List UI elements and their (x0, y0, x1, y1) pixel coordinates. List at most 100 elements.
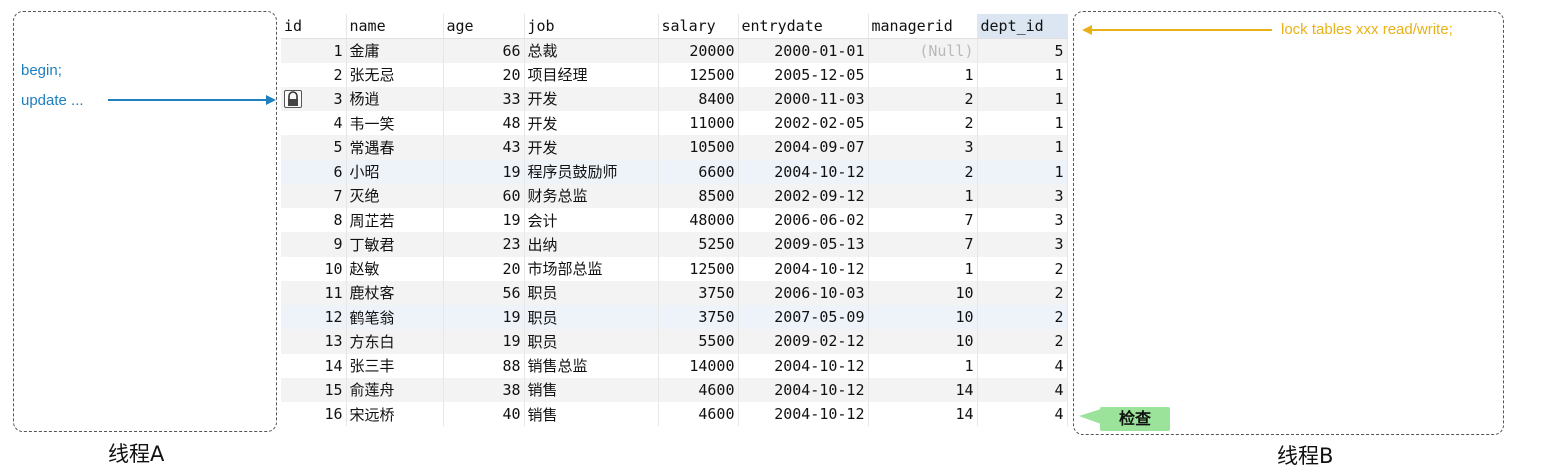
cell-salary[interactable]: 11000 (658, 111, 739, 136)
cell-dept_id[interactable]: 2 (977, 280, 1068, 305)
cell-name[interactable]: 丁敏君 (346, 232, 444, 257)
cell-id[interactable]: 7 (281, 183, 347, 208)
cell-age[interactable]: 40 (443, 402, 525, 427)
cell-managerid[interactable]: 7 (868, 232, 978, 257)
cell-id[interactable]: 16 (281, 402, 347, 427)
cell-entrydate[interactable]: 2009-05-13 (738, 232, 869, 257)
cell-entrydate[interactable]: 2002-09-12 (738, 183, 869, 208)
column-header-age[interactable]: age (443, 14, 525, 39)
cell-name[interactable]: 周芷若 (346, 208, 444, 233)
cell-dept_id[interactable]: 3 (977, 232, 1068, 257)
cell-job[interactable]: 会计 (524, 208, 659, 233)
cell-entrydate[interactable]: 2009-02-12 (738, 329, 869, 354)
cell-name[interactable]: 鹿杖客 (346, 280, 444, 305)
cell-name[interactable]: 灭绝 (346, 183, 444, 208)
cell-entrydate[interactable]: 2004-10-12 (738, 402, 869, 427)
cell-id[interactable]: 1 (281, 38, 347, 63)
cell-managerid[interactable]: 1 (868, 256, 978, 281)
cell-dept_id[interactable]: 3 (977, 183, 1068, 208)
column-header-managerid[interactable]: managerid (868, 14, 978, 39)
cell-job[interactable]: 职员 (524, 329, 659, 354)
cell-age[interactable]: 19 (443, 329, 525, 354)
cell-dept_id[interactable]: 2 (977, 305, 1068, 330)
cell-salary[interactable]: 5500 (658, 329, 739, 354)
cell-salary[interactable]: 14000 (658, 353, 739, 378)
cell-managerid[interactable]: 2 (868, 86, 978, 111)
cell-entrydate[interactable]: 2005-12-05 (738, 62, 869, 87)
cell-salary[interactable]: 3750 (658, 305, 739, 330)
cell-managerid[interactable]: 7 (868, 208, 978, 233)
table-row[interactable]: 4 韦一笑 48 开发 11000 2002-02-05 2 1 (281, 111, 1068, 136)
cell-age[interactable]: 20 (443, 256, 525, 281)
cell-age[interactable]: 60 (443, 183, 525, 208)
cell-name[interactable]: 金庸 (346, 38, 444, 63)
table-row[interactable]: 9 丁敏君 23 出纳 5250 2009-05-13 7 3 (281, 232, 1068, 257)
cell-age[interactable]: 66 (443, 38, 525, 63)
table-row[interactable]: 10 赵敏 20 市场部总监 12500 2004-10-12 1 2 (281, 256, 1068, 281)
cell-job[interactable]: 开发 (524, 135, 659, 160)
cell-salary[interactable]: 10500 (658, 135, 739, 160)
cell-job[interactable]: 财务总监 (524, 183, 659, 208)
column-header-dept_id[interactable]: dept_id (977, 14, 1068, 39)
cell-managerid[interactable]: 1 (868, 62, 978, 87)
table-row[interactable]: 16 宋远桥 40 销售 4600 2004-10-12 14 4 (281, 402, 1068, 427)
cell-age[interactable]: 33 (443, 86, 525, 111)
cell-dept_id[interactable]: 4 (977, 402, 1068, 427)
cell-age[interactable]: 43 (443, 135, 525, 160)
cell-dept_id[interactable]: 1 (977, 111, 1068, 136)
cell-managerid[interactable]: 2 (868, 111, 978, 136)
cell-entrydate[interactable]: 2007-05-09 (738, 305, 869, 330)
cell-dept_id[interactable]: 1 (977, 135, 1068, 160)
cell-entrydate[interactable]: 2004-10-12 (738, 377, 869, 402)
cell-age[interactable]: 23 (443, 232, 525, 257)
cell-id[interactable]: 9 (281, 232, 347, 257)
cell-name[interactable]: 宋远桥 (346, 402, 444, 427)
cell-salary[interactable]: 8400 (658, 86, 739, 111)
table-row[interactable]: 3 杨逍 33 开发 8400 2000-11-03 2 1 (281, 86, 1068, 111)
cell-age[interactable]: 19 (443, 208, 525, 233)
cell-name[interactable]: 赵敏 (346, 256, 444, 281)
cell-managerid[interactable]: 14 (868, 377, 978, 402)
cell-name[interactable]: 杨逍 (346, 86, 444, 111)
cell-age[interactable]: 48 (443, 111, 525, 136)
cell-entrydate[interactable]: 2004-10-12 (738, 256, 869, 281)
cell-salary[interactable]: 20000 (658, 38, 739, 63)
column-header-entrydate[interactable]: entrydate (738, 14, 869, 39)
table-row[interactable]: 7 灭绝 60 财务总监 8500 2002-09-12 1 3 (281, 183, 1068, 208)
cell-name[interactable]: 俞莲舟 (346, 377, 444, 402)
cell-dept_id[interactable]: 4 (977, 377, 1068, 402)
cell-id[interactable]: 14 (281, 353, 347, 378)
cell-name[interactable]: 方东白 (346, 329, 444, 354)
table-row[interactable]: 14 张三丰 88 销售总监 14000 2004-10-12 1 4 (281, 353, 1068, 378)
cell-job[interactable]: 销售 (524, 402, 659, 427)
cell-name[interactable]: 常遇春 (346, 135, 444, 160)
cell-entrydate[interactable]: 2006-06-02 (738, 208, 869, 233)
cell-managerid[interactable]: 14 (868, 402, 978, 427)
cell-job[interactable]: 开发 (524, 86, 659, 111)
cell-managerid[interactable]: 3 (868, 135, 978, 160)
cell-id[interactable]: 3 (281, 86, 347, 111)
cell-entrydate[interactable]: 2004-10-12 (738, 159, 869, 184)
table-row[interactable]: 15 俞莲舟 38 销售 4600 2004-10-12 14 4 (281, 377, 1068, 402)
cell-id[interactable]: 2 (281, 62, 347, 87)
cell-salary[interactable]: 4600 (658, 377, 739, 402)
column-header-name[interactable]: name (346, 14, 444, 39)
cell-entrydate[interactable]: 2004-09-07 (738, 135, 869, 160)
cell-dept_id[interactable]: 1 (977, 86, 1068, 111)
column-header-salary[interactable]: salary (658, 14, 739, 39)
cell-age[interactable]: 38 (443, 377, 525, 402)
cell-job[interactable]: 项目经理 (524, 62, 659, 87)
cell-age[interactable]: 20 (443, 62, 525, 87)
table-row[interactable]: 11 鹿杖客 56 职员 3750 2006-10-03 10 2 (281, 280, 1068, 305)
cell-salary[interactable]: 12500 (658, 62, 739, 87)
cell-dept_id[interactable]: 5 (977, 38, 1068, 63)
cell-dept_id[interactable]: 2 (977, 329, 1068, 354)
cell-age[interactable]: 19 (443, 305, 525, 330)
cell-managerid[interactable]: 1 (868, 353, 978, 378)
cell-salary[interactable]: 3750 (658, 280, 739, 305)
cell-age[interactable]: 19 (443, 159, 525, 184)
cell-salary[interactable]: 6600 (658, 159, 739, 184)
cell-id[interactable]: 12 (281, 305, 347, 330)
cell-entrydate[interactable]: 2004-10-12 (738, 353, 869, 378)
table-row[interactable]: 5 常遇春 43 开发 10500 2004-09-07 3 1 (281, 135, 1068, 160)
